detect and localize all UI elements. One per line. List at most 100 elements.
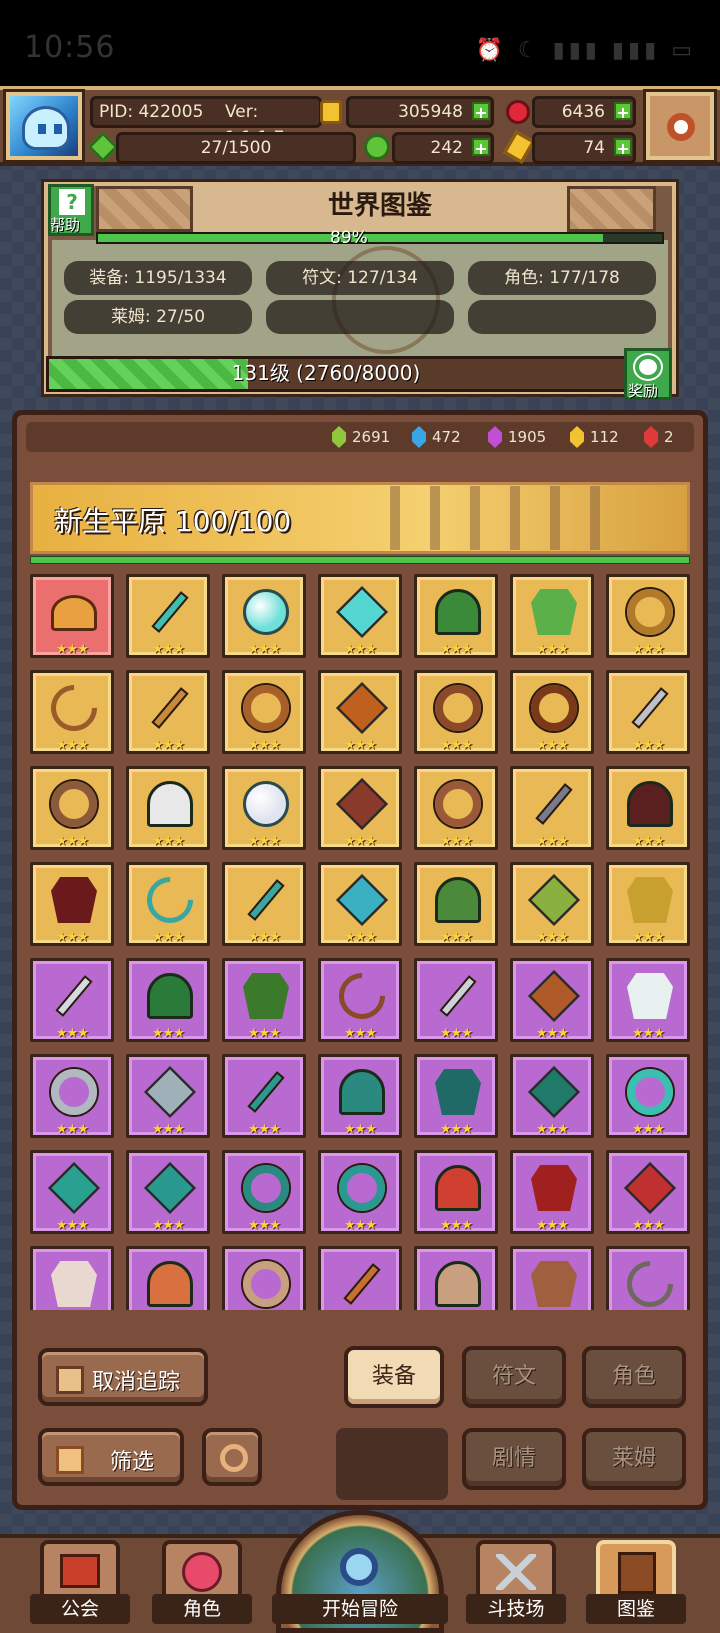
item-cell[interactable]: ★★★ [318,766,402,850]
teal-bow-icon [137,867,203,933]
item-cell[interactable]: ★★★ [318,670,402,754]
item-cell[interactable]: ★★★ [126,958,210,1042]
spear-icon [151,687,189,729]
item-cell[interactable]: ★★★ [606,1054,690,1138]
refresh-icon [220,1444,248,1472]
item-cell[interactable]: ★★★ [510,670,594,754]
item-cell[interactable]: ★★★ [606,1246,690,1310]
tab-slime[interactable]: 莱姆 [582,1428,686,1490]
item-cell[interactable]: ★★★ [318,1150,402,1234]
star-rating: ★★★ [440,1218,473,1233]
star-rating: ★★★ [632,642,665,657]
item-cell[interactable]: ★★★ [222,574,306,658]
item-cell[interactable]: ★★★ [30,958,114,1042]
stamina-value: 27/1500 [200,138,272,158]
fur-vest-icon [531,1261,577,1307]
tab-story[interactable]: 剧情 [462,1428,566,1490]
item-cell[interactable]: ★★★ [126,574,210,658]
item-cell[interactable]: ★★★ [606,862,690,946]
item-cell[interactable]: ★★★ [30,1150,114,1234]
item-cell[interactable]: ★★★ [606,766,690,850]
add-gold-button[interactable]: + [472,102,490,122]
item-cell[interactable]: ★★★ [414,1150,498,1234]
item-cell[interactable]: ★★★ [414,1054,498,1138]
star-rating: ★★★ [248,738,281,753]
guild-house-icon [60,1554,100,1588]
item-cell[interactable]: ★★★ [30,766,114,850]
item-cell[interactable]: ★★★ [222,958,306,1042]
item-cell[interactable]: ★★★ [126,1054,210,1138]
star-rating: ★★★ [536,738,569,753]
silver-ring-icon [51,1069,97,1115]
region-title: 新生平原 100/100 [54,505,292,538]
item-cell[interactable]: ★★★ [126,1246,210,1310]
item-cell[interactable]: ★★★ [30,1054,114,1138]
item-cell[interactable]: ★★★ [126,766,210,850]
item-cell[interactable]: ★★★ [510,1246,594,1310]
item-cell[interactable]: ★★★ [510,1054,594,1138]
red-monster-hat-icon [435,1165,481,1211]
add-key-button[interactable]: + [614,138,632,158]
item-cell[interactable]: ★★★ [318,1054,402,1138]
item-cell[interactable]: ★★★ [126,862,210,946]
item-cell[interactable]: ★★★ [414,1246,498,1310]
item-cell[interactable]: ★★★ [126,1150,210,1234]
item-cell[interactable]: ★★★ [510,958,594,1042]
star-rating: ★★★ [344,1122,377,1137]
refresh-button[interactable] [202,1428,262,1486]
stat-rune: 符文: 127/134 [266,261,454,295]
star-rating: ★★★ [56,1026,89,1041]
item-cell[interactable]: ★★★ [414,766,498,850]
item-cell[interactable]: ★★★ [606,958,690,1042]
item-cell[interactable]: ★★★ [222,1054,306,1138]
item-cell[interactable]: ★★★ [318,958,402,1042]
item-cell[interactable]: ★★★ [510,862,594,946]
world-map-background [52,240,668,358]
star-rating: ★★★ [344,930,377,945]
item-cell[interactable]: ★★★ [414,862,498,946]
item-cell[interactable]: ★★★ [414,958,498,1042]
add-ruby-button[interactable]: + [614,102,632,122]
item-cell[interactable]: ★★★ [126,670,210,754]
item-cell[interactable]: ★★★ [30,1246,114,1310]
item-cell[interactable]: ★★★ [606,574,690,658]
item-cell[interactable]: ★★★ [222,670,306,754]
item-cell[interactable]: ★★★ [510,766,594,850]
filter-button[interactable]: 筛选 [38,1428,184,1486]
item-cell[interactable]: ★★★ [222,1150,306,1234]
item-cell[interactable]: ★★★ [510,574,594,658]
tab-rune[interactable]: 符文 [462,1346,566,1408]
star-rating: ★★★ [248,1122,281,1137]
teal-scepter-icon [247,1071,285,1113]
dagger-icon [535,783,573,825]
item-cell[interactable]: ★★★ [318,574,402,658]
add-clover-button[interactable]: + [472,138,490,158]
item-cell[interactable]: ★★★ [30,574,114,658]
item-cell[interactable]: ★★★ [318,862,402,946]
teal-ring-icon [339,1165,385,1211]
ruby-icon [506,100,530,124]
crossed-swords-icon [496,1554,536,1590]
untrack-button[interactable]: 取消追踪 [38,1348,208,1406]
item-cell[interactable]: ★★★ [510,1150,594,1234]
item-cell[interactable]: ★★★ [414,574,498,658]
item-cell[interactable]: ★★★ [222,766,306,850]
teal-wand-icon [151,591,189,633]
tab-character[interactable]: 角色 [582,1346,686,1408]
item-cell[interactable]: ★★★ [30,862,114,946]
item-cell[interactable]: ★★★ [30,670,114,754]
item-cell[interactable]: ★★★ [222,1246,306,1310]
star-rating: ★★★ [344,834,377,849]
pearl-necklace-icon [243,1261,289,1307]
tab-equipment[interactable]: 装备 [344,1346,444,1408]
player-avatar[interactable] [3,89,85,163]
item-cell[interactable]: ★★★ [222,862,306,946]
thumbs-up-icon [56,1366,84,1394]
fire-staff-icon [343,1263,381,1305]
star-rating: ★★★ [536,1218,569,1233]
settings-button[interactable] [643,89,717,163]
item-cell[interactable]: ★★★ [414,670,498,754]
item-cell[interactable]: ★★★ [606,670,690,754]
item-cell[interactable]: ★★★ [606,1150,690,1234]
item-cell[interactable]: ★★★ [318,1246,402,1310]
